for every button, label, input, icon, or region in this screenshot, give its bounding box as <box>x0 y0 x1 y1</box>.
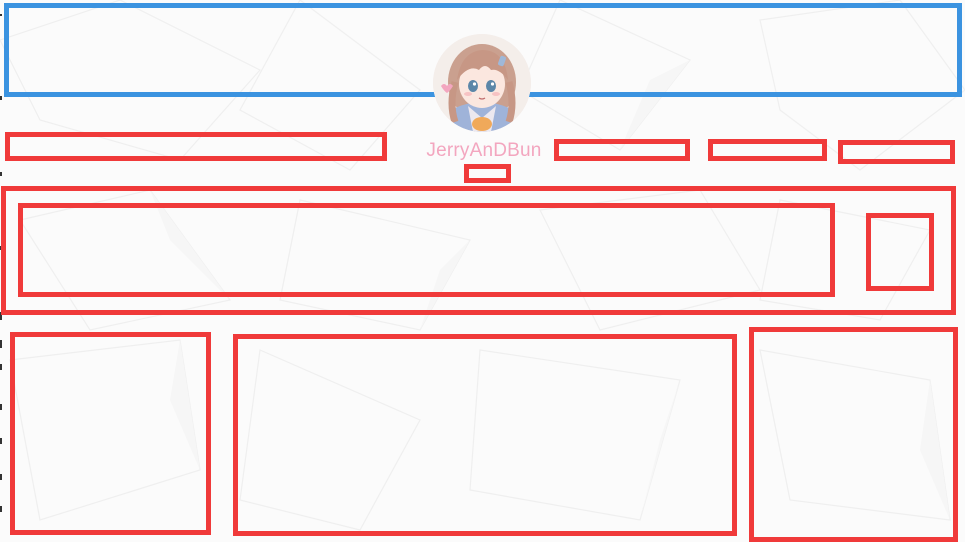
username-underline-marker[interactable] <box>464 164 511 183</box>
center-column-panel <box>233 334 737 536</box>
nav-item-1[interactable] <box>554 139 690 161</box>
nav-left-region[interactable] <box>5 132 387 161</box>
nav-item-3[interactable] <box>838 140 955 164</box>
right-column-panel <box>749 327 958 542</box>
banner-input-area[interactable] <box>18 203 835 297</box>
username-label[interactable]: JerryAnDBun <box>420 140 548 162</box>
user-avatar[interactable] <box>433 34 531 132</box>
banner-action-button[interactable] <box>866 213 934 291</box>
left-column-panel <box>10 332 211 535</box>
anime-girl-avatar-icon <box>433 34 531 132</box>
nav-item-2[interactable] <box>708 139 827 161</box>
